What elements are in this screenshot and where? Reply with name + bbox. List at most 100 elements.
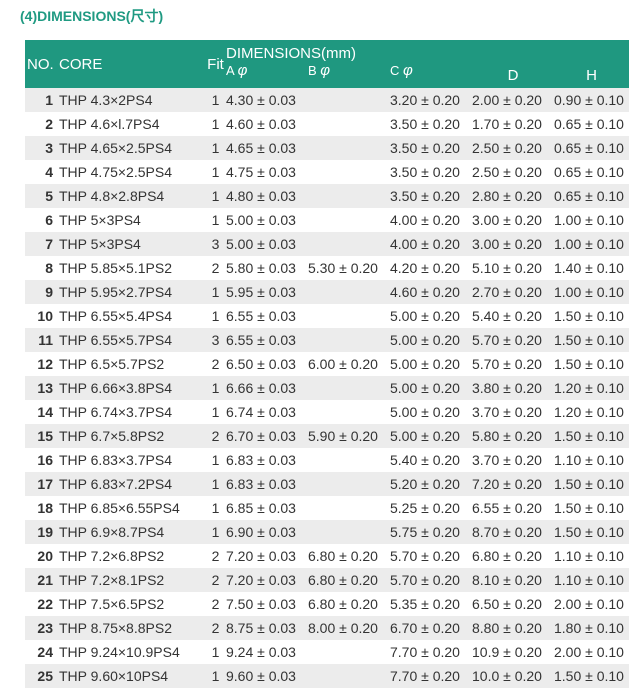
cell-h: 1.50 ± 0.10 <box>554 304 629 328</box>
cell-b: 6.00 ± 0.20 <box>308 352 390 376</box>
cell-c: 5.00 ± 0.20 <box>390 424 472 448</box>
cell-a: 4.60 ± 0.03 <box>226 112 308 136</box>
cell-b <box>308 184 390 208</box>
cell-a: 5.00 ± 0.03 <box>226 232 308 256</box>
table-row: 8 THP 5.85×5.1PS2 2 5.80 ± 0.03 5.30 ± 0.20 4… <box>25 256 629 280</box>
cell-no: 1 <box>25 88 59 112</box>
cell-b <box>308 376 390 400</box>
cell-core: THP 6.55×5.7PS4 <box>59 328 205 352</box>
cell-no: 2 <box>25 112 59 136</box>
cell-fit: 1 <box>205 208 226 232</box>
cell-b <box>308 280 390 304</box>
cell-a: 4.75 ± 0.03 <box>226 160 308 184</box>
cell-no: 25 <box>25 664 59 688</box>
cell-d: 2.50 ± 0.20 <box>472 136 554 160</box>
cell-a: 6.66 ± 0.03 <box>226 376 308 400</box>
cell-c: 3.20 ± 0.20 <box>390 88 472 112</box>
cell-d: 5.70 ± 0.20 <box>472 352 554 376</box>
cell-c: 5.00 ± 0.20 <box>390 400 472 424</box>
cell-fit: 1 <box>205 112 226 136</box>
cell-h: 1.50 ± 0.10 <box>554 424 629 448</box>
cell-b <box>308 472 390 496</box>
cell-no: 23 <box>25 616 59 640</box>
cell-fit: 2 <box>205 352 226 376</box>
cell-no: 17 <box>25 472 59 496</box>
cell-d: 3.80 ± 0.20 <box>472 376 554 400</box>
cell-no: 10 <box>25 304 59 328</box>
cell-core: THP 4.75×2.5PS4 <box>59 160 205 184</box>
cell-no: 24 <box>25 640 59 664</box>
cell-d: 3.00 ± 0.20 <box>472 232 554 256</box>
cell-c: 3.50 ± 0.20 <box>390 136 472 160</box>
cell-no: 3 <box>25 136 59 160</box>
cell-c: 7.70 ± 0.20 <box>390 640 472 664</box>
header-no: NO. <box>25 40 59 88</box>
table-header: NO. CORE Fit DIMENSIONS(mm) A φ B φ C φ … <box>25 40 629 88</box>
cell-c: 5.75 ± 0.20 <box>390 520 472 544</box>
cell-h: 1.20 ± 0.10 <box>554 400 629 424</box>
header-c: C φ <box>390 62 472 88</box>
cell-b <box>308 88 390 112</box>
table-body: 1 THP 4.3×2PS4 1 4.30 ± 0.03 3.20 ± 0.20 2.00… <box>25 88 629 688</box>
cell-c: 4.20 ± 0.20 <box>390 256 472 280</box>
cell-no: 21 <box>25 568 59 592</box>
cell-fit: 1 <box>205 496 226 520</box>
header-core: CORE <box>59 40 205 88</box>
cell-core: THP 6.83×3.7PS4 <box>59 448 205 472</box>
cell-a: 6.55 ± 0.03 <box>226 304 308 328</box>
table-row: 22 THP 7.5×6.5PS2 2 7.50 ± 0.03 6.80 ± 0.20 5… <box>25 592 629 616</box>
cell-core: THP 5×3PS4 <box>59 232 205 256</box>
cell-core: THP 4.65×2.5PS4 <box>59 136 205 160</box>
cell-a: 7.20 ± 0.03 <box>226 568 308 592</box>
cell-d: 10.9 ± 0.20 <box>472 640 554 664</box>
cell-core: THP 5.85×5.1PS2 <box>59 256 205 280</box>
table-row: 1 THP 4.3×2PS4 1 4.30 ± 0.03 3.20 ± 0.20 2.00… <box>25 88 629 112</box>
table-row: 24 THP 9.24×10.9PS4 1 9.24 ± 0.03 7.70 ± 0.2… <box>25 640 629 664</box>
cell-d: 6.50 ± 0.20 <box>472 592 554 616</box>
cell-fit: 3 <box>205 232 226 256</box>
cell-b <box>308 400 390 424</box>
cell-d: 8.80 ± 0.20 <box>472 616 554 640</box>
cell-fit: 1 <box>205 448 226 472</box>
cell-d: 5.10 ± 0.20 <box>472 256 554 280</box>
cell-core: THP 5.95×2.7PS4 <box>59 280 205 304</box>
cell-a: 6.90 ± 0.03 <box>226 520 308 544</box>
cell-no: 8 <box>25 256 59 280</box>
cell-d: 5.70 ± 0.20 <box>472 328 554 352</box>
cell-a: 6.74 ± 0.03 <box>226 400 308 424</box>
table-row: 23 THP 8.75×8.8PS2 2 8.75 ± 0.03 8.00 ± 0.20… <box>25 616 629 640</box>
cell-no: 7 <box>25 232 59 256</box>
cell-no: 11 <box>25 328 59 352</box>
cell-core: THP 9.60×10PS4 <box>59 664 205 688</box>
cell-c: 5.25 ± 0.20 <box>390 496 472 520</box>
cell-b <box>308 664 390 688</box>
cell-a: 8.75 ± 0.03 <box>226 616 308 640</box>
cell-no: 16 <box>25 448 59 472</box>
cell-c: 4.00 ± 0.20 <box>390 232 472 256</box>
cell-core: THP 6.85×6.55PS4 <box>59 496 205 520</box>
header-b-letter: B <box>308 63 317 78</box>
table-row: 9 THP 5.95×2.7PS4 1 5.95 ± 0.03 4.60 ± 0.20 2… <box>25 280 629 304</box>
table-row: 16 THP 6.83×3.7PS4 1 6.83 ± 0.03 5.40 ± 0.20… <box>25 448 629 472</box>
cell-no: 15 <box>25 424 59 448</box>
cell-fit: 1 <box>205 160 226 184</box>
cell-d: 6.80 ± 0.20 <box>472 544 554 568</box>
header-a: A φ <box>226 62 308 88</box>
cell-h: 1.80 ± 0.10 <box>554 616 629 640</box>
cell-core: THP 6.55×5.4PS4 <box>59 304 205 328</box>
cell-a: 6.50 ± 0.03 <box>226 352 308 376</box>
table-row: 25 THP 9.60×10PS4 1 9.60 ± 0.03 7.70 ± 0.20 1… <box>25 664 629 688</box>
cell-fit: 2 <box>205 544 226 568</box>
table-row: 21 THP 7.2×8.1PS2 2 7.20 ± 0.03 6.80 ± 0.20 5… <box>25 568 629 592</box>
cell-core: THP 6.83×7.2PS4 <box>59 472 205 496</box>
cell-a: 9.24 ± 0.03 <box>226 640 308 664</box>
cell-a: 7.20 ± 0.03 <box>226 544 308 568</box>
cell-b: 5.30 ± 0.20 <box>308 256 390 280</box>
table-row: 20 THP 7.2×6.8PS2 2 7.20 ± 0.03 6.80 ± 0.20 5… <box>25 544 629 568</box>
cell-h: 1.00 ± 0.10 <box>554 208 629 232</box>
cell-h: 1.10 ± 0.10 <box>554 448 629 472</box>
cell-c: 5.00 ± 0.20 <box>390 352 472 376</box>
cell-c: 5.20 ± 0.20 <box>390 472 472 496</box>
cell-b: 6.80 ± 0.20 <box>308 544 390 568</box>
cell-c: 5.40 ± 0.20 <box>390 448 472 472</box>
